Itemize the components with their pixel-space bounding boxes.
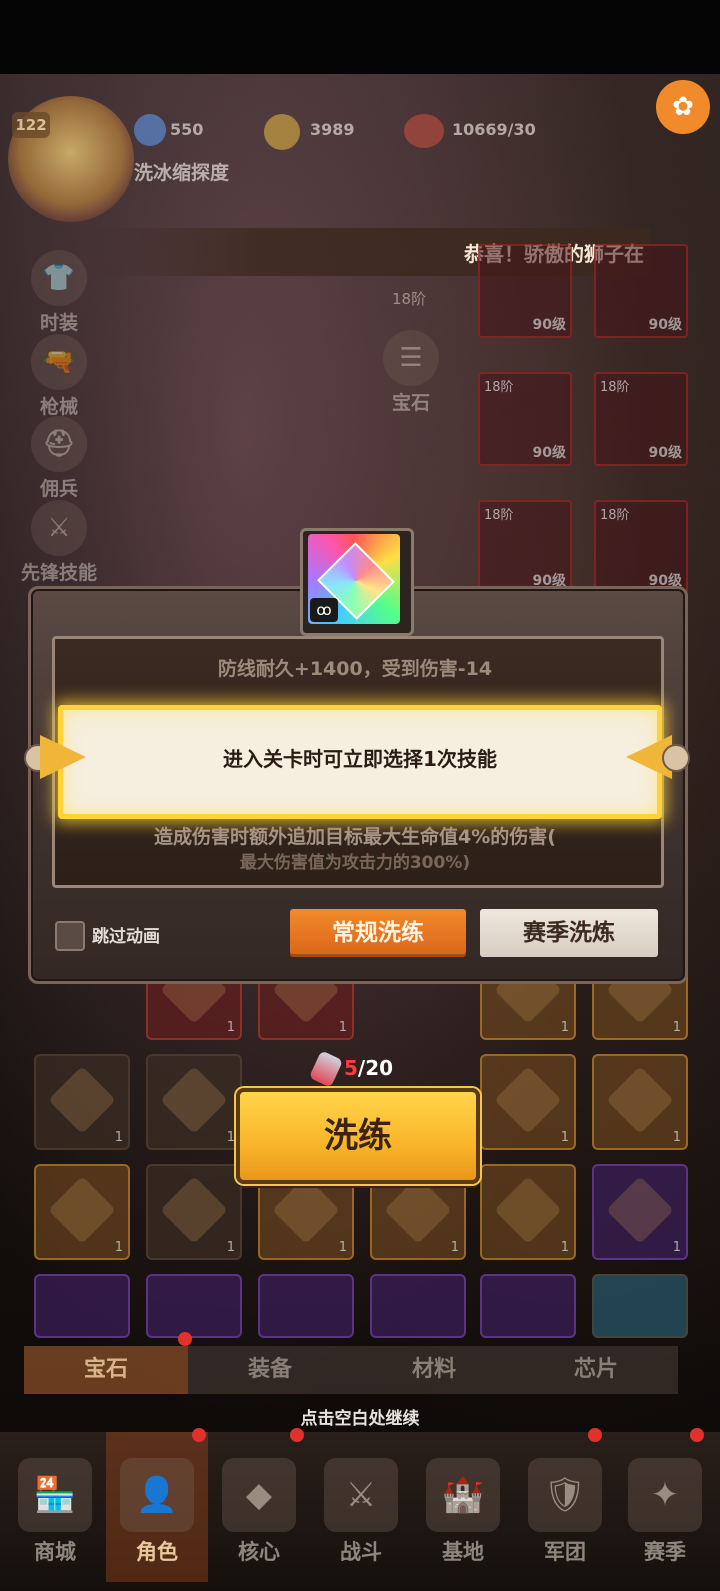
gem-slot[interactable]: 1 xyxy=(34,1054,130,1150)
gem-slot[interactable]: 1 xyxy=(592,1164,688,1260)
core-icon: ◆ xyxy=(222,1458,296,1532)
skill-icon: ⚔ xyxy=(31,500,87,556)
refine-button-label: 洗练 xyxy=(324,1116,392,1156)
tab-regular-refine[interactable]: 常规洗练 xyxy=(290,909,466,957)
gem-slot[interactable]: 1 xyxy=(480,1054,576,1150)
notification-dot xyxy=(178,1332,192,1346)
player-title: 洗冰缩探度 xyxy=(134,162,230,184)
arrow-right-icon xyxy=(40,735,86,779)
gem-slot[interactable]: 1 xyxy=(592,1054,688,1150)
gem-slot[interactable] xyxy=(258,1274,354,1338)
notification-dot xyxy=(690,1428,704,1442)
gem-slot[interactable]: 1 xyxy=(146,1164,242,1260)
notification-dot xyxy=(192,1428,206,1442)
nav-legion[interactable]: 🛡 军团 xyxy=(514,1432,616,1582)
tab-equipment[interactable]: 装备 xyxy=(188,1346,352,1394)
gem-slot[interactable] xyxy=(592,1274,688,1338)
side-item-mercenary[interactable]: ⛑ 佣兵 xyxy=(14,416,104,501)
gem-slot[interactable]: 1 xyxy=(480,1164,576,1260)
battle-icon: ⚔ xyxy=(324,1458,398,1532)
gem-slot[interactable] xyxy=(480,1274,576,1338)
nav-character[interactable]: 👤 角色 xyxy=(106,1432,208,1582)
gem-tier: 18阶 xyxy=(392,290,427,308)
equipment-slot[interactable]: 18阶 90级 xyxy=(478,372,572,466)
shirt-icon: 👕 xyxy=(31,250,87,306)
tab-gems[interactable]: 宝石 xyxy=(24,1346,188,1394)
right-knob-icon xyxy=(662,744,690,772)
character-icon: 👤 xyxy=(120,1458,194,1532)
gem-type-badge: ꝏ xyxy=(310,598,338,622)
skip-animation-checkbox[interactable] xyxy=(55,921,85,951)
season-icon: ✦ xyxy=(628,1458,702,1532)
equipment-slot[interactable]: 90级 xyxy=(594,244,688,338)
base-icon: 🏰 xyxy=(426,1458,500,1532)
gold-coin-icon[interactable] xyxy=(264,114,300,150)
gem-shortcut[interactable]: ☰ 宝石 xyxy=(366,330,456,415)
gem-slot[interactable] xyxy=(370,1274,466,1338)
gem-plus-icon[interactable] xyxy=(134,114,166,146)
player-level: 122 xyxy=(12,112,50,138)
attribute-next: 造成伤害时额外追加目标最大生命值4%的伤害( xyxy=(154,826,556,848)
tab-materials[interactable]: 材料 xyxy=(352,1346,516,1394)
stamina-count: 10669/30 xyxy=(452,120,536,139)
top-letterbox xyxy=(0,0,720,74)
equipment-slot[interactable]: 18阶 90级 xyxy=(594,500,688,594)
attribute-next-continued: 最大伤害值为攻击力的300%) xyxy=(239,853,471,873)
nav-shop[interactable]: 🏪 商城 xyxy=(4,1432,106,1582)
gold-count: 3989 xyxy=(310,120,355,139)
side-item-guns[interactable]: 🔫 枪械 xyxy=(14,334,104,419)
equipment-slot[interactable]: 18阶 90级 xyxy=(594,372,688,466)
refine-counter: 5/20 xyxy=(344,1056,394,1080)
equipment-slot[interactable]: 90级 xyxy=(478,244,572,338)
notification-dot xyxy=(588,1428,602,1442)
attribute-current: 进入关卡时可立即选择1次技能 xyxy=(223,747,497,771)
nav-season[interactable]: ✦ 赛季 xyxy=(614,1432,716,1582)
gem-slot[interactable]: 1 xyxy=(146,1054,242,1150)
equipment-slot[interactable]: 18阶 90级 xyxy=(478,500,572,594)
attribute-previous: 防线耐久+1400，受到伤害-14 xyxy=(217,658,493,680)
shop-icon: 🏪 xyxy=(18,1458,92,1532)
notification-dot xyxy=(290,1428,304,1442)
skip-animation-label: 跳过动画 xyxy=(92,927,160,947)
nav-base[interactable]: 🏰 基地 xyxy=(412,1432,514,1582)
pistol-icon: 🔫 xyxy=(31,334,87,390)
list-icon: ☰ xyxy=(383,330,439,386)
assistant-logo-icon[interactable]: ✿ xyxy=(656,80,710,134)
tab-chips[interactable]: 芯片 xyxy=(514,1346,678,1394)
tap-to-continue-hint: 点击空白处继续 xyxy=(300,1409,420,1429)
side-item-fashion[interactable]: 👕 时装 xyxy=(14,250,104,335)
nav-battle[interactable]: ⚔ 战斗 xyxy=(310,1432,412,1582)
meat-stamina-icon[interactable] xyxy=(404,114,444,148)
inventory-tabs: 宝石 装备 材料 芯片 xyxy=(24,1346,678,1394)
gem-slot[interactable] xyxy=(146,1274,242,1338)
mercenary-icon: ⛑ xyxy=(31,416,87,472)
gem-count: 550 xyxy=(170,120,204,139)
gem-slot[interactable]: 1 xyxy=(34,1164,130,1260)
gem-slot[interactable] xyxy=(34,1274,130,1338)
tab-season-refine[interactable]: 赛季洗炼 xyxy=(480,909,658,957)
side-item-skill[interactable]: ⚔ 先锋技能 xyxy=(14,500,104,585)
legion-icon: 🛡 xyxy=(528,1458,602,1532)
nav-core[interactable]: ◆ 核心 xyxy=(208,1432,310,1582)
